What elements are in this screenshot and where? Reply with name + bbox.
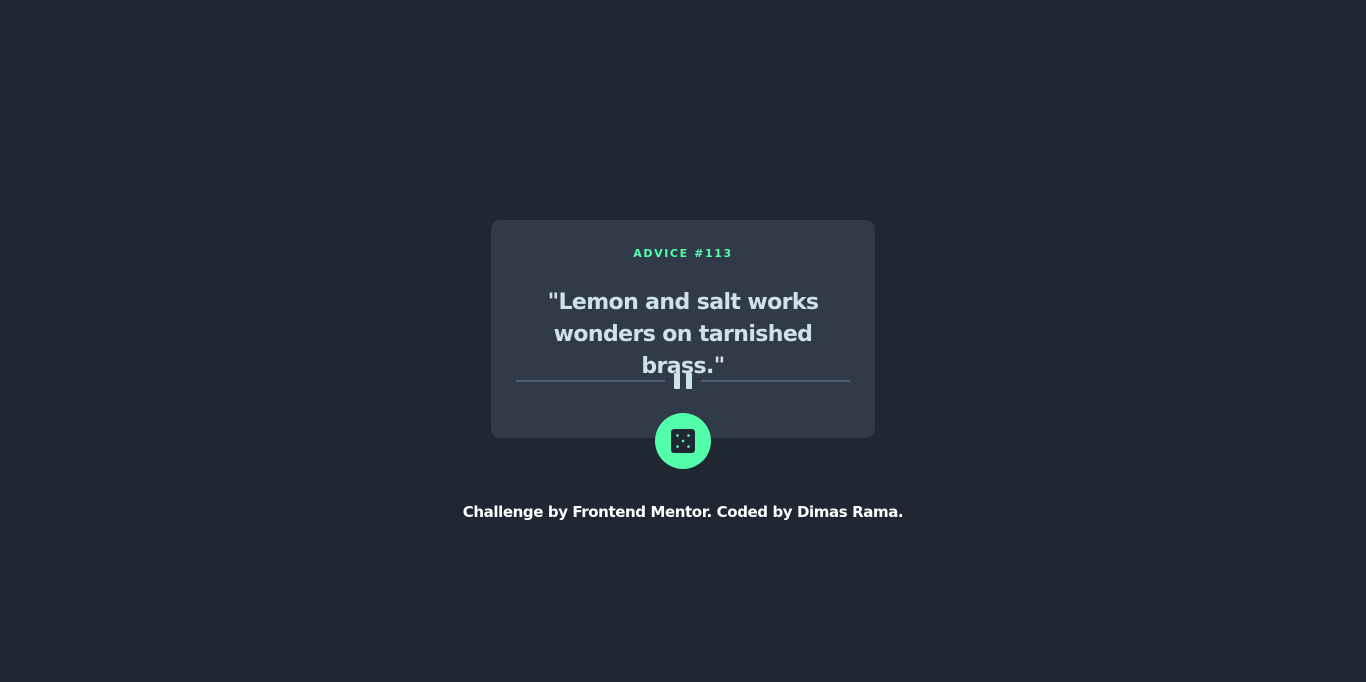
dice-icon <box>671 429 695 453</box>
divider-line-left <box>516 380 665 382</box>
pattern-divider <box>516 373 850 389</box>
advice-id: ADVICE #113 <box>633 247 733 260</box>
divider-line-right <box>701 380 850 382</box>
advice-quote: "Lemon and salt works wonders on tarnish… <box>547 290 819 379</box>
pause-icon <box>674 373 692 389</box>
generate-advice-button[interactable] <box>655 413 711 469</box>
advice-card: ADVICE #113 "Lemon and salt works wonder… <box>491 220 875 469</box>
attribution: Challenge by Frontend Mentor. Coded by D… <box>462 503 904 521</box>
